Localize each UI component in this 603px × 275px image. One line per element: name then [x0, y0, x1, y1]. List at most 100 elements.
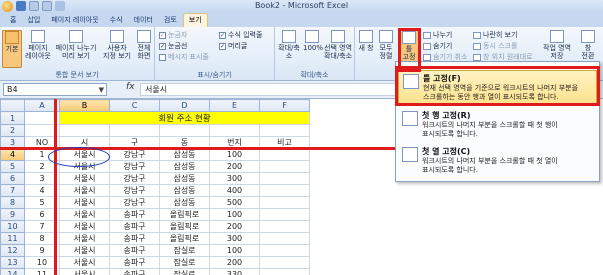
- row-header[interactable]: 5: [0, 160, 25, 173]
- ruler-checkbox[interactable]: ✓: [159, 31, 166, 39]
- cell[interactable]: 200: [209, 220, 260, 233]
- cell[interactable]: [109, 124, 160, 137]
- cell[interactable]: [259, 232, 310, 245]
- tab-view[interactable]: 보기: [182, 13, 208, 27]
- new-window-button[interactable]: 새 창: [357, 30, 375, 52]
- cell[interactable]: [159, 124, 210, 137]
- formula-bar-option[interactable]: ✓ 수식 입력줄: [219, 30, 262, 40]
- name-box[interactable]: B4 ▼: [3, 83, 107, 96]
- insert-function-icon[interactable]: fx: [126, 82, 135, 92]
- row-header[interactable]: 12: [0, 244, 25, 257]
- cell[interactable]: 서울시: [59, 244, 110, 257]
- cell[interactable]: 200: [209, 256, 260, 269]
- cell[interactable]: 2: [24, 160, 60, 173]
- row-header[interactable]: 10: [0, 220, 25, 233]
- row-header[interactable]: 14: [0, 268, 25, 275]
- row-header[interactable]: 7: [0, 184, 25, 197]
- row-header[interactable]: 6: [0, 172, 25, 185]
- cell[interactable]: [24, 124, 60, 137]
- cell[interactable]: 서울시: [59, 184, 110, 197]
- cell[interactable]: 서울시: [59, 172, 110, 185]
- header-cell-si[interactable]: 시: [59, 136, 110, 149]
- column-header-d[interactable]: D: [159, 99, 210, 112]
- cell[interactable]: [259, 172, 310, 185]
- cell[interactable]: [259, 244, 310, 257]
- cell[interactable]: 7: [24, 220, 60, 233]
- header-cell-gu[interactable]: 구: [109, 136, 160, 149]
- cell[interactable]: [59, 124, 110, 137]
- menu-item-freeze-top-row[interactable]: 첫 행 고정(R) 워크시트의 나머지 부분을 스크롤할 때 첫 행이 표시되도…: [398, 108, 597, 142]
- cell[interactable]: 서울시: [59, 220, 110, 233]
- message-bar-checkbox[interactable]: [159, 53, 166, 61]
- row-header[interactable]: 4: [0, 148, 25, 161]
- gridlines-checkbox[interactable]: ✓: [159, 42, 166, 50]
- zoom-to-selection-button[interactable]: 선택 영역 확대/축소: [322, 30, 354, 60]
- column-header-f[interactable]: F: [259, 99, 310, 112]
- cell[interactable]: 삼성동: [159, 196, 210, 209]
- cell[interactable]: 삼성동: [159, 160, 210, 173]
- cell[interactable]: 400: [209, 184, 260, 197]
- tab-page-layout[interactable]: 페이지 레이아웃: [46, 14, 103, 27]
- custom-views-button[interactable]: 사용자 지정 보기: [102, 30, 132, 60]
- cell[interactable]: 8: [24, 232, 60, 245]
- cell[interactable]: 330: [209, 268, 260, 275]
- cell[interactable]: 300: [209, 172, 260, 185]
- message-bar-option[interactable]: 메시지 표시줄: [159, 52, 209, 62]
- cell[interactable]: 강남구: [109, 172, 160, 185]
- formula-input[interactable]: 서울시: [140, 83, 400, 96]
- page-break-preview-button[interactable]: 페이지 나누기 미리 보기: [53, 30, 99, 60]
- column-header-c[interactable]: C: [109, 99, 160, 112]
- view-side-by-side-button[interactable]: 나란히 보기: [473, 30, 517, 40]
- cell[interactable]: 강남구: [109, 196, 160, 209]
- column-header-e[interactable]: E: [209, 99, 260, 112]
- cell[interactable]: [259, 184, 310, 197]
- cell[interactable]: 올림픽로: [159, 208, 210, 221]
- cell[interactable]: 300: [209, 232, 260, 245]
- cell[interactable]: 100: [209, 244, 260, 257]
- cell[interactable]: 강남구: [109, 160, 160, 173]
- cell[interactable]: 잠실로: [159, 268, 210, 275]
- cell[interactable]: 송파구: [109, 220, 160, 233]
- select-all-corner[interactable]: [0, 99, 25, 112]
- header-cell-dong[interactable]: 동: [159, 136, 210, 149]
- row-header[interactable]: 13: [0, 256, 25, 269]
- cell[interactable]: 11: [24, 268, 60, 275]
- cell[interactable]: 서울시: [59, 196, 110, 209]
- header-cell-no[interactable]: NO: [24, 136, 60, 149]
- column-header-a[interactable]: A: [24, 99, 60, 112]
- gridlines-option[interactable]: ✓ 눈금선: [159, 41, 187, 51]
- name-box-dropdown-icon[interactable]: ▼: [99, 85, 104, 96]
- cell[interactable]: 5: [24, 196, 60, 209]
- row-header[interactable]: 11: [0, 232, 25, 245]
- cell[interactable]: [259, 268, 310, 275]
- cell[interactable]: 강남구: [109, 148, 160, 161]
- tab-review[interactable]: 검토: [159, 14, 182, 27]
- cell[interactable]: [259, 124, 310, 137]
- row-header[interactable]: 1: [0, 111, 25, 125]
- cell[interactable]: 올림픽로: [159, 232, 210, 245]
- cell[interactable]: 송파구: [109, 256, 160, 269]
- menu-item-freeze-panes[interactable]: 틀 고정(F) 현재 선택 영역을 기준으로 워크시트의 나머지 부분을 스크롤…: [398, 70, 597, 106]
- cell[interactable]: [24, 111, 60, 125]
- normal-view-button[interactable]: 기본: [2, 30, 22, 68]
- cell[interactable]: 10: [24, 256, 60, 269]
- cell[interactable]: 송파구: [109, 244, 160, 257]
- page-layout-view-button[interactable]: 페이지 레이아웃: [25, 30, 51, 60]
- cell[interactable]: 서울시: [59, 268, 110, 275]
- header-cell-beonji[interactable]: 번지: [209, 136, 260, 149]
- arrange-all-button[interactable]: 모두 정렬: [377, 30, 395, 60]
- cell[interactable]: 100: [209, 208, 260, 221]
- cell[interactable]: 100: [209, 148, 260, 161]
- split-button[interactable]: 나누기: [423, 30, 452, 40]
- cell[interactable]: 9: [24, 244, 60, 257]
- cell[interactable]: 송파구: [109, 208, 160, 221]
- column-header-b[interactable]: B: [59, 99, 110, 112]
- cell[interactable]: 삼성동: [159, 148, 210, 161]
- row-header[interactable]: 3: [0, 136, 25, 149]
- cell[interactable]: 서울시: [59, 160, 110, 173]
- zoom-100-button[interactable]: 100%: [303, 30, 323, 52]
- cell[interactable]: [259, 220, 310, 233]
- switch-windows-button[interactable]: 창 전환: [577, 30, 599, 60]
- synchronous-scrolling-button[interactable]: 동시 스크롤: [473, 41, 517, 51]
- cell[interactable]: 3: [24, 172, 60, 185]
